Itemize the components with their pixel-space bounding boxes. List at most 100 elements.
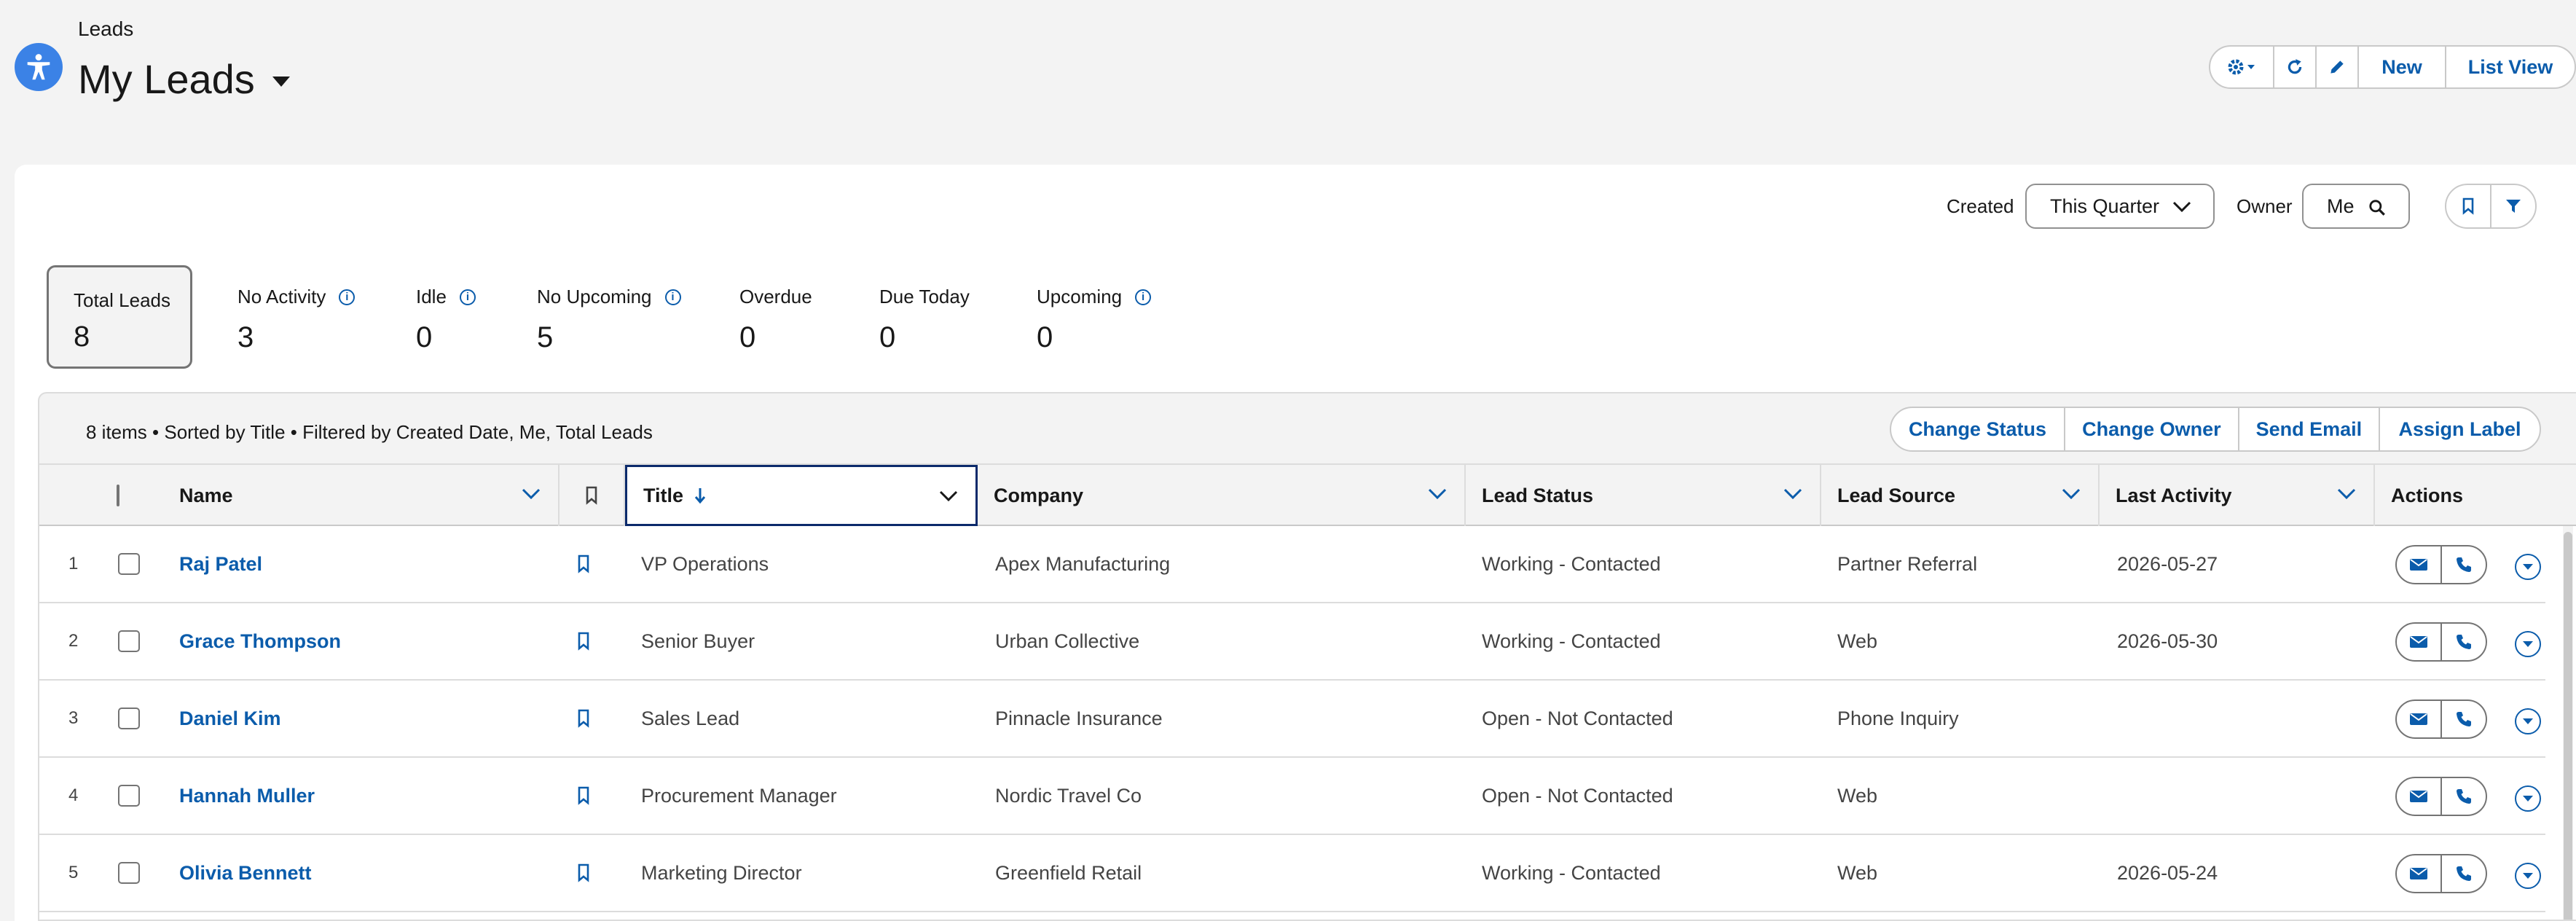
email-button[interactable] (2397, 624, 2440, 660)
chevron-down-icon[interactable] (939, 490, 958, 502)
row-number: 3 (68, 708, 79, 728)
list-settings-button[interactable] (2210, 47, 2273, 87)
email-button[interactable] (2397, 701, 2440, 737)
metric-no-activity[interactable]: No Activity i 3 (237, 286, 356, 354)
breadcrumb[interactable]: Leads (78, 17, 133, 41)
bookmark-icon[interactable] (577, 632, 590, 651)
row-checkbox[interactable] (118, 708, 140, 729)
call-button[interactable] (2440, 624, 2486, 660)
row-number: 2 (68, 631, 79, 651)
assign-label-button[interactable]: Assign Label (2378, 408, 2540, 450)
row-number: 1 (68, 554, 79, 573)
created-filter-value: This Quarter (2050, 195, 2160, 217)
lead-status: Working - Contacted (1482, 630, 1661, 652)
column-header-actions: Actions (2375, 465, 2576, 526)
column-header-name[interactable]: Name (163, 465, 559, 526)
metric-due-today[interactable]: Due Today 0 (879, 286, 970, 354)
caret-down-icon (2523, 641, 2533, 647)
row-menu-button[interactable] (2515, 554, 2541, 580)
call-button[interactable] (2440, 855, 2486, 892)
email-button[interactable] (2397, 778, 2440, 815)
metric-upcoming[interactable]: Upcoming i 0 (1037, 286, 1152, 354)
lead-name-link[interactable]: Grace Thompson (179, 603, 341, 679)
lead-title: Senior Buyer (641, 630, 755, 652)
lead-title: Sales Lead (641, 707, 740, 729)
caret-down-icon (2523, 564, 2533, 570)
select-all-checkbox[interactable] (117, 485, 119, 506)
chevron-down-icon[interactable] (2062, 488, 2081, 500)
refresh-button[interactable] (2273, 47, 2315, 87)
column-header-label[interactable] (559, 465, 625, 526)
edit-list-button[interactable] (2315, 47, 2357, 87)
funnel-icon (2506, 200, 2521, 213)
info-icon[interactable]: i (459, 289, 476, 305)
column-header-last-activity[interactable]: Last Activity (2100, 465, 2375, 526)
metric-idle[interactable]: Idle i 0 (416, 286, 476, 354)
metric-no-upcoming[interactable]: No Upcoming i 5 (537, 286, 681, 354)
chevron-down-icon[interactable] (522, 488, 541, 500)
column-header-lead-status[interactable]: Lead Status (1466, 465, 1821, 526)
chevron-down-icon[interactable] (1783, 488, 1802, 500)
metric-value: 5 (537, 321, 554, 353)
created-filter-dropdown[interactable]: This Quarter (2025, 184, 2215, 229)
lead-name-link[interactable]: Olivia Bennett (179, 835, 312, 911)
metric-value: 0 (879, 321, 896, 353)
sort-descending-arrow-icon (694, 488, 706, 504)
email-button[interactable] (2397, 546, 2440, 583)
column-header-title[interactable]: Title (625, 465, 978, 526)
change-owner-button[interactable]: Change Owner (2063, 408, 2238, 450)
row-action-buttons (2395, 622, 2487, 662)
metric-label: No Upcoming (537, 286, 652, 307)
row-checkbox[interactable] (118, 785, 140, 807)
call-button[interactable] (2440, 778, 2486, 815)
scrollbar-thumb[interactable] (2564, 532, 2572, 920)
lead-company: Nordic Travel Co (995, 784, 1142, 807)
lead-name-link[interactable]: Hannah Muller (179, 758, 315, 834)
list-info-text: 8 items • Sorted by Title • Filtered by … (86, 421, 653, 443)
lead-source: Web (1837, 861, 1878, 884)
metric-total-leads[interactable]: Total Leads 8 (47, 265, 192, 369)
metric-overdue[interactable]: Overdue 0 (739, 286, 812, 354)
email-button[interactable] (2397, 855, 2440, 892)
envelope-icon (2410, 713, 2427, 725)
bookmark-icon[interactable] (577, 863, 590, 882)
bookmark-icon[interactable] (577, 786, 590, 805)
bookmark-icon[interactable] (577, 709, 590, 728)
saved-filters-button[interactable] (2446, 185, 2490, 227)
bookmark-icon (586, 486, 597, 505)
metric-label: No Activity (237, 286, 326, 307)
lead-name-link[interactable]: Daniel Kim (179, 681, 281, 756)
row-checkbox[interactable] (118, 862, 140, 884)
owner-filter-input[interactable]: Me (2302, 184, 2410, 229)
change-status-button[interactable]: Change Status (1891, 408, 2064, 450)
lead-name-link[interactable]: Raj Patel (179, 526, 262, 602)
row-checkbox[interactable] (118, 630, 140, 652)
row-menu-button[interactable] (2515, 708, 2541, 734)
list-view-selector[interactable]: My Leads (78, 55, 290, 103)
envelope-icon (2410, 559, 2427, 571)
row-menu-button[interactable] (2515, 631, 2541, 657)
row-menu-button[interactable] (2515, 863, 2541, 889)
row-menu-button[interactable] (2515, 785, 2541, 812)
chevron-down-icon[interactable] (1428, 488, 1447, 500)
metric-value: 3 (237, 321, 254, 353)
header-button-group: New List View (2209, 45, 2576, 89)
call-button[interactable] (2440, 546, 2486, 583)
last-activity: 2026-05-30 (2117, 630, 2218, 652)
column-header-company[interactable]: Company (978, 465, 1466, 526)
info-icon[interactable]: i (1135, 289, 1152, 305)
info-icon[interactable]: i (339, 289, 356, 305)
table-scrollbar[interactable] (2563, 526, 2573, 920)
send-email-button[interactable]: Send Email (2237, 408, 2379, 450)
filter-button[interactable] (2490, 185, 2535, 227)
chevron-down-icon[interactable] (2337, 488, 2356, 500)
list-view-button[interactable]: List View (2445, 47, 2575, 87)
call-button[interactable] (2440, 701, 2486, 737)
bookmark-icon[interactable] (577, 554, 590, 573)
info-icon[interactable]: i (664, 289, 681, 305)
row-checkbox[interactable] (118, 553, 140, 575)
page-header: Leads My Leads New List View (0, 0, 2576, 165)
list-card: Created This Quarter Owner Me Total Lead… (15, 165, 2576, 921)
new-button[interactable]: New (2357, 47, 2445, 87)
column-header-lead-source[interactable]: Lead Source (1821, 465, 2100, 526)
